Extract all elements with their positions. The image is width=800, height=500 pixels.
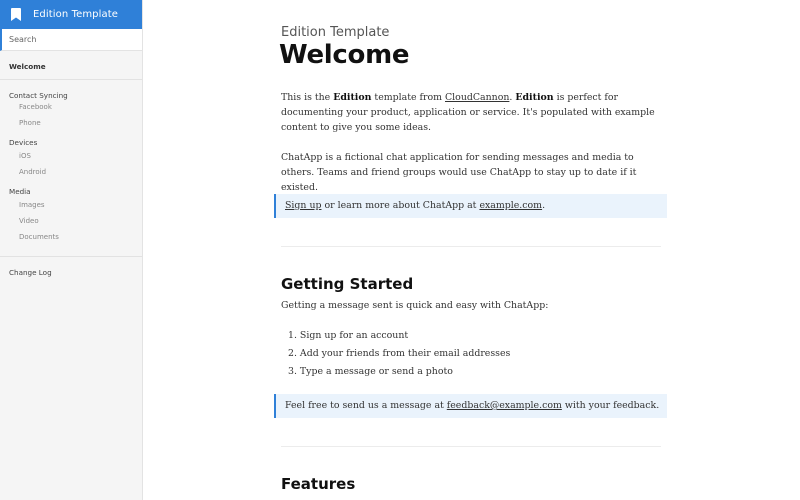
sidebar-section-contact-syncing: Contact Syncing Facebook Phone Devices i… <box>0 80 142 257</box>
sidebar: Edition Template Welcome Contact Syncing… <box>0 0 143 500</box>
example-com-link[interactable]: example.com <box>479 200 542 211</box>
sidebar-item-phone[interactable]: Phone <box>0 118 142 134</box>
section-divider <box>281 246 661 247</box>
search-input[interactable] <box>9 35 129 44</box>
feedback-email-link[interactable]: feedback@example.com <box>447 400 562 411</box>
section-divider <box>281 446 661 447</box>
chatapp-paragraph: ChatApp is a fictional chat application … <box>281 152 637 193</box>
intro-text: This is the <box>281 92 334 103</box>
intro-bold-edition: Edition <box>333 92 372 103</box>
intro-text: template from <box>371 92 445 103</box>
callout-text: with your feedback. <box>561 400 660 411</box>
brand-header[interactable]: Edition Template <box>0 0 142 29</box>
sidebar-item-contact-syncing[interactable]: Contact Syncing <box>0 80 142 102</box>
signup-link[interactable]: Sign up <box>285 200 321 211</box>
list-item: 3. Type a message or send a photo <box>288 366 453 377</box>
bookmark-icon <box>11 8 21 21</box>
steps-list: 1. Sign up for an account 2. Add your fr… <box>288 327 510 381</box>
page-kicker: Edition Template <box>281 25 390 40</box>
brand-title: Edition Template <box>33 9 119 20</box>
list-item: 1. Sign up for an account <box>288 330 409 341</box>
feedback-callout: Feel free to send us a message at feedba… <box>274 394 667 418</box>
callout-text: or learn more about ChatApp at <box>321 200 480 211</box>
intro-paragraph: This is the Edition template from CloudC… <box>281 90 667 135</box>
getting-started-paragraph: Getting a message sent is quick and easy… <box>281 300 549 311</box>
sidebar-item-change-log[interactable]: Change Log <box>0 257 142 277</box>
sidebar-item-video[interactable]: Video <box>0 216 142 232</box>
sidebar-item-welcome[interactable]: Welcome <box>0 51 142 80</box>
getting-started-heading: Getting Started <box>281 275 414 293</box>
sidebar-item-images[interactable]: Images <box>0 200 142 216</box>
signup-callout: Sign up or learn more about ChatApp at e… <box>274 194 667 218</box>
page-title: Welcome <box>279 40 410 70</box>
sidebar-item-facebook[interactable]: Facebook <box>0 102 142 118</box>
sidebar-item-media[interactable]: Media <box>0 187 142 200</box>
intro-bold-edition: Edition <box>515 92 554 103</box>
sidebar-item-android[interactable]: Android <box>0 167 142 183</box>
sidebar-nav: Welcome Contact Syncing Facebook Phone D… <box>0 51 142 277</box>
main-content: Edition Template Welcome This is the Edi… <box>143 0 800 500</box>
cloudcannon-link[interactable]: CloudCannon <box>445 92 509 103</box>
features-heading: Features <box>281 475 356 493</box>
sidebar-item-ios[interactable]: iOS <box>0 151 142 167</box>
callout-text: . <box>542 200 546 211</box>
search-box <box>0 29 142 51</box>
callout-text: Feel free to send us a message at <box>285 400 447 411</box>
sidebar-item-devices[interactable]: Devices <box>0 138 142 151</box>
sidebar-item-documents[interactable]: Documents <box>0 232 142 248</box>
list-item: 2. Add your friends from their email add… <box>288 348 511 359</box>
